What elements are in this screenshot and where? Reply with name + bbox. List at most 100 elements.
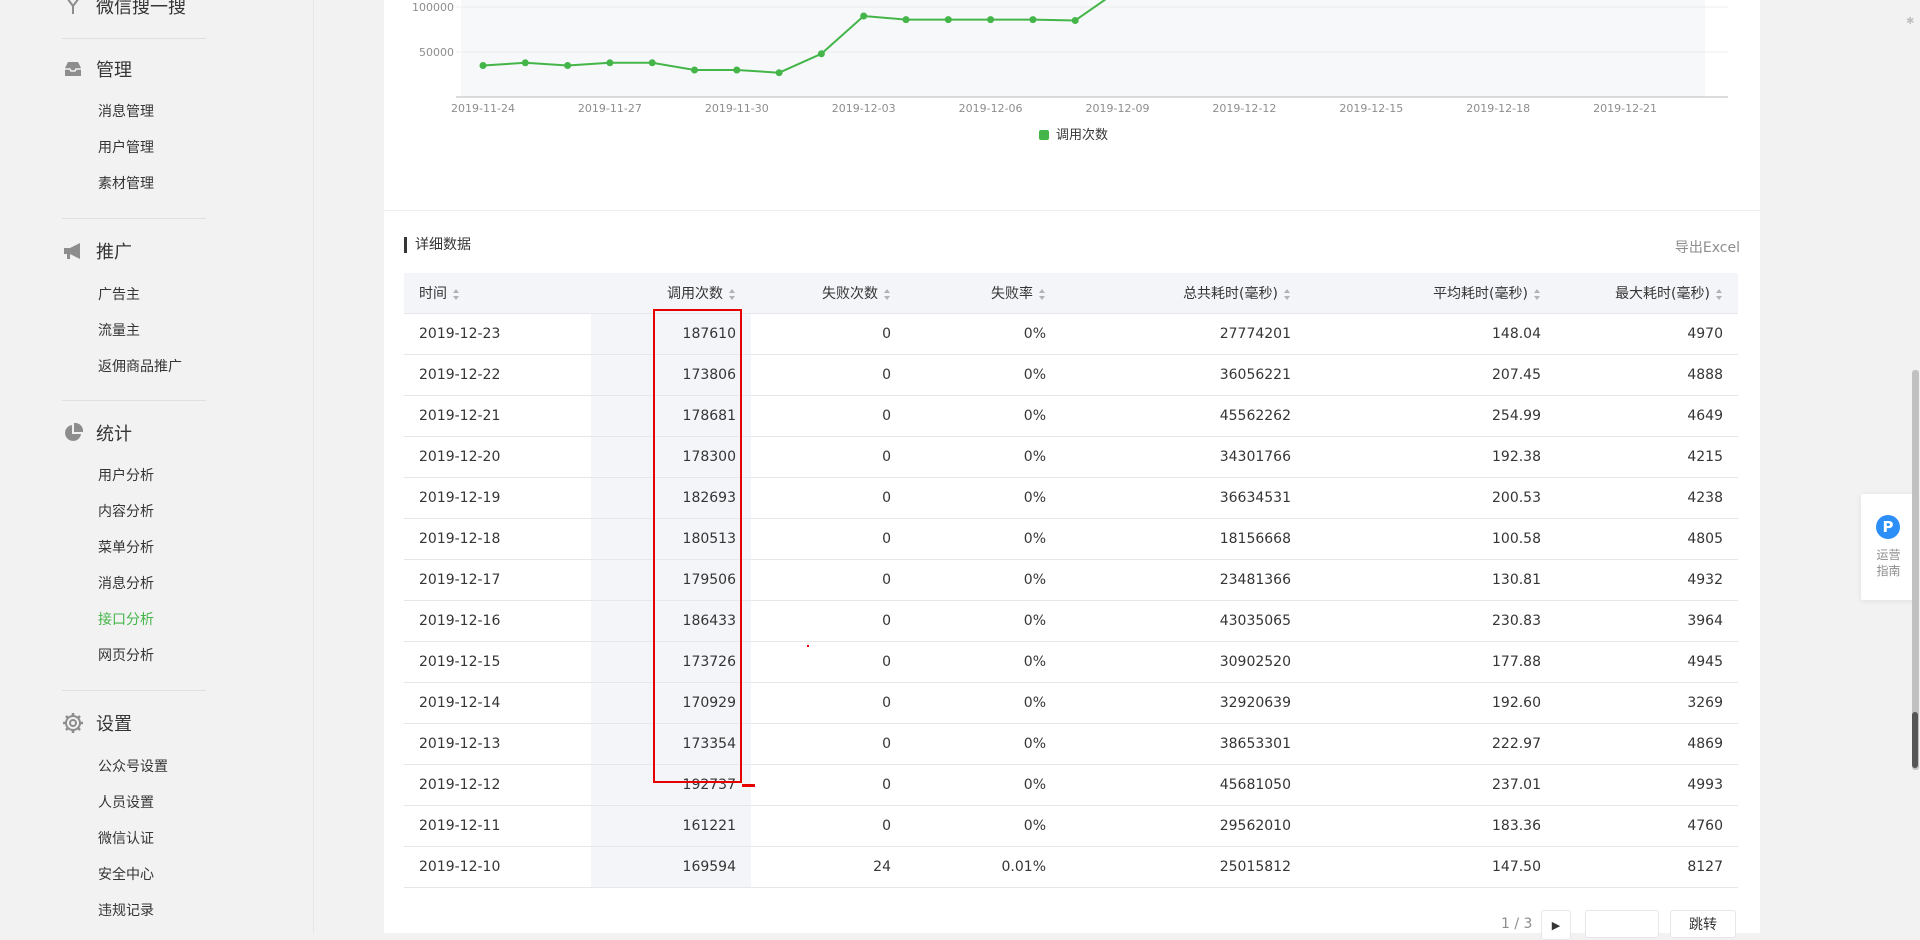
- legend-swatch: [1039, 130, 1049, 140]
- nav-group-manage[interactable]: 管理: [62, 55, 132, 83]
- table-cell: 207.45: [1306, 354, 1556, 396]
- table-cell: 0%: [906, 600, 1061, 642]
- sidebar-item-content-analysis[interactable]: 内容分析: [98, 502, 154, 522]
- col-header-avg-time[interactable]: 平均耗时(毫秒): [1306, 273, 1556, 314]
- table-cell: 0: [751, 559, 906, 601]
- sidebar-item-wechat-verify[interactable]: 微信认证: [98, 829, 154, 849]
- table-cell: 0%: [906, 764, 1061, 806]
- gear-icon: [62, 712, 84, 734]
- table-cell: 192.60: [1306, 682, 1556, 724]
- table-cell: 0: [751, 805, 906, 847]
- sidebar-item-weixin-search[interactable]: 微信搜一搜: [62, 0, 186, 20]
- data-point: [1071, 17, 1079, 24]
- sort-icon[interactable]: [453, 288, 460, 300]
- sort-icon[interactable]: [884, 288, 891, 300]
- table-cell: 192737: [591, 764, 751, 806]
- table-cell: 2019-12-11: [404, 805, 591, 847]
- sidebar-item-api-analysis[interactable]: 接口分析: [98, 610, 154, 630]
- table-cell: 18156668: [1061, 518, 1306, 560]
- col-header-calls[interactable]: 调用次数: [591, 273, 751, 314]
- sidebar-item-message-manage[interactable]: 消息管理: [98, 102, 154, 122]
- pager-next-button[interactable]: ▶: [1541, 910, 1571, 940]
- table-cell: 173354: [591, 723, 751, 765]
- sort-icon[interactable]: [1716, 288, 1723, 300]
- nav-group-stats[interactable]: 统计: [62, 419, 132, 447]
- sort-icon[interactable]: [1284, 288, 1291, 300]
- scrollbar-thumb[interactable]: [1912, 712, 1918, 768]
- sidebar-item-rebate-promo[interactable]: 返佣商品推广: [98, 357, 182, 377]
- data-point: [733, 66, 741, 74]
- table-cell: 24: [751, 846, 906, 888]
- table-cell: 36634531: [1061, 477, 1306, 519]
- pie-chart-icon: [62, 422, 84, 444]
- sidebar-item-account-settings[interactable]: 公众号设置: [98, 757, 168, 777]
- sort-icon[interactable]: [729, 288, 736, 300]
- table-cell: 0: [751, 436, 906, 478]
- table-cell: 179506: [591, 559, 751, 601]
- col-header-time[interactable]: 时间: [404, 273, 591, 314]
- export-excel-link[interactable]: 导出Excel: [1675, 237, 1740, 257]
- sidebar-item-message-analysis[interactable]: 消息分析: [98, 574, 154, 594]
- sort-icon[interactable]: [1039, 288, 1046, 300]
- x-tick-label: 2019-12-12: [1212, 102, 1276, 115]
- sidebar-item-menu-analysis[interactable]: 菜单分析: [98, 538, 154, 558]
- guide-label-line1: 运营: [1876, 548, 1901, 562]
- ops-guide-widget[interactable]: P 运营 指南: [1861, 494, 1916, 600]
- table-cell: 25015812: [1061, 846, 1306, 888]
- table-row: 2019-12-10 169594 24 0.01% 25015812 147.50 812…: [404, 846, 1738, 888]
- table-row: 2019-12-15 173726 0 0% 30902520 177.88 4945: [404, 641, 1738, 683]
- sidebar-item-publisher[interactable]: 流量主: [98, 321, 140, 341]
- nav-group-promote[interactable]: 推广: [62, 237, 132, 265]
- table-cell: 178300: [591, 436, 751, 478]
- table-cell: 182693: [591, 477, 751, 519]
- bookmark-icon[interactable]: ✱: [1906, 16, 1914, 27]
- table-cell: 173806: [591, 354, 751, 396]
- table-cell: 178681: [591, 395, 751, 437]
- col-header-failure-rate[interactable]: 失败率: [906, 273, 1061, 314]
- sidebar-item-web-analysis[interactable]: 网页分析: [98, 646, 154, 666]
- table-cell: 23481366: [1061, 559, 1306, 601]
- table-cell: 100.58: [1306, 518, 1556, 560]
- data-point: [944, 16, 952, 24]
- table-row: 2019-12-21 178681 0 0% 45562262 254.99 4649: [404, 395, 1738, 437]
- nav-group-title: 设置: [96, 714, 132, 735]
- page-jump-input[interactable]: [1585, 910, 1659, 938]
- data-point: [902, 16, 910, 24]
- table-header-row: 时间 调用次数 失败次数 失败率 总共耗时(毫秒) 平均耗时(毫秒) 最大耗时(…: [404, 273, 1738, 314]
- x-tick-label: 2019-12-03: [832, 102, 896, 115]
- table-cell: 0%: [906, 395, 1061, 437]
- table-cell: 0%: [906, 641, 1061, 683]
- inbox-icon: [62, 58, 84, 80]
- data-point: [1029, 16, 1037, 24]
- table-cell: 2019-12-17: [404, 559, 591, 601]
- table-cell: 0: [751, 764, 906, 806]
- sidebar-item-security-center[interactable]: 安全中心: [98, 865, 154, 885]
- col-header-max-time[interactable]: 最大耗时(毫秒): [1556, 273, 1738, 314]
- sidebar-item-staff-settings[interactable]: 人员设置: [98, 793, 154, 813]
- data-point: [521, 59, 529, 67]
- nav-group-settings[interactable]: 设置: [62, 709, 132, 737]
- table-cell: 4760: [1556, 805, 1738, 847]
- table-cell: 170929: [591, 682, 751, 724]
- sidebar-item-material-manage[interactable]: 素材管理: [98, 174, 154, 194]
- x-tick-label: 2019-12-15: [1339, 102, 1403, 115]
- table-cell: 0%: [906, 723, 1061, 765]
- legend-label: 调用次数: [1056, 127, 1108, 143]
- table-cell: 0: [751, 682, 906, 724]
- table-row: 2019-12-13 173354 0 0% 38653301 222.97 4869: [404, 723, 1738, 765]
- sidebar-item-advertiser[interactable]: 广告主: [98, 285, 140, 305]
- sort-icon[interactable]: [1534, 288, 1541, 300]
- x-tick-label: 2019-11-30: [705, 102, 769, 115]
- scrollbar-track[interactable]: [1912, 370, 1919, 770]
- col-header-total-time[interactable]: 总共耗时(毫秒): [1061, 273, 1306, 314]
- sidebar-item-violation-records[interactable]: 违规记录: [98, 901, 154, 921]
- sidebar-item-user-analysis[interactable]: 用户分析: [98, 466, 154, 486]
- sidebar-item-user-manage[interactable]: 用户管理: [98, 138, 154, 158]
- table-cell: 4238: [1556, 477, 1738, 519]
- table-cell: 43035065: [1061, 600, 1306, 642]
- page-jump-button[interactable]: 跳转: [1670, 910, 1736, 938]
- table-row: 2019-12-20 178300 0 0% 34301766 192.38 4215: [404, 436, 1738, 478]
- col-header-failures[interactable]: 失败次数: [751, 273, 906, 314]
- table-cell: 169594: [591, 846, 751, 888]
- table-cell: 4649: [1556, 395, 1738, 437]
